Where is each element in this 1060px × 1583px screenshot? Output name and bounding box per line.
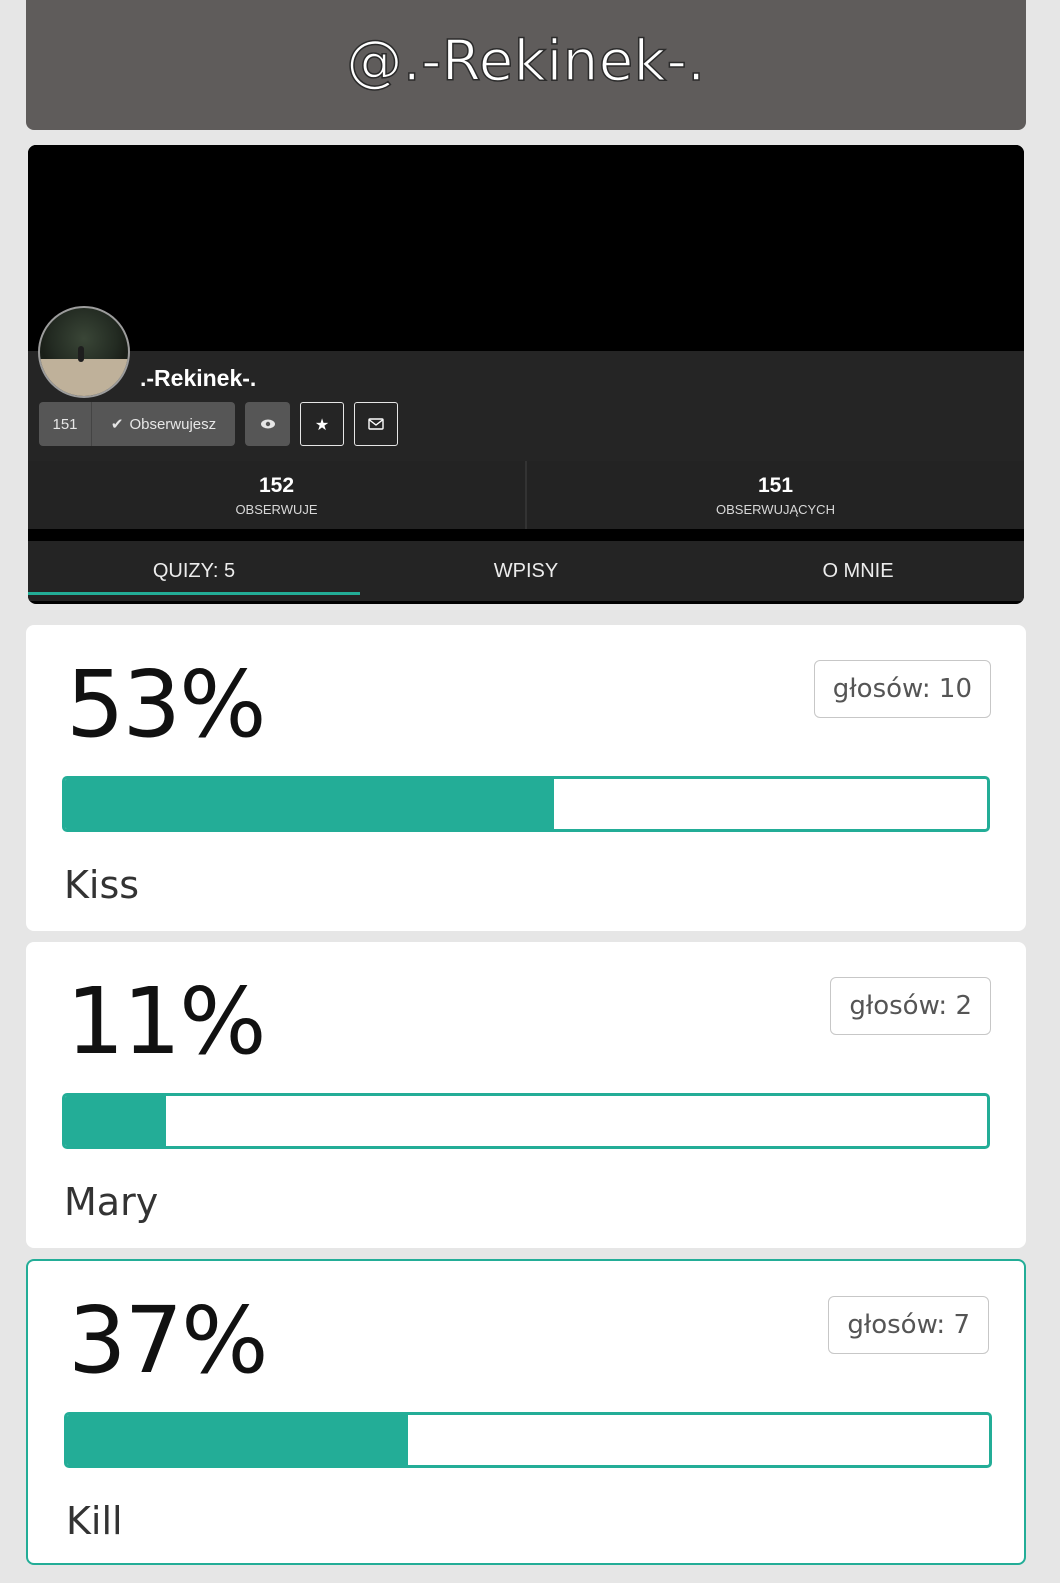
poll-option-card[interactable]: 11% głosów: 2 Mary [26,942,1026,1248]
tab-quizzes[interactable]: QUIZY: 5 [28,541,360,601]
star-icon: ★ [314,414,330,434]
profile-username: .-Rekinek-. [140,365,257,391]
profile-tabs: QUIZY: 5 WPISY O MNIE [28,541,1024,601]
poll-option-label: Mary [64,1180,159,1224]
avatar[interactable] [38,306,130,398]
poll-progress-fill [65,1096,167,1146]
poll-votes-badge: głosów: 10 [813,660,991,718]
poll-percent: 37% [68,1287,268,1394]
page-title: @.-Rekinek-. [346,28,706,95]
stat-followers-label: OBSERWUJĄCYCH [716,501,835,517]
poll-progress-fill [65,779,554,829]
stat-following-value: 152 [258,473,295,497]
follower-count-badge: 151 [39,402,92,446]
stat-followers-value: 151 [757,473,794,497]
poll-percent: 11% [66,968,266,1075]
tab-posts[interactable]: WPISY [360,541,692,601]
favorite-button[interactable]: ★ [300,402,344,446]
poll-option-label: Kill [66,1499,123,1543]
poll-option-card[interactable]: 37% głosów: 7 Kill [26,1259,1026,1565]
tab-about[interactable]: O MNIE [692,541,1024,601]
poll-progress-fill [67,1415,409,1465]
profile-card: .-Rekinek-. 151 ✔ Obserwujesz ★ 152 OBSE… [28,145,1024,604]
page-title-bar: @.-Rekinek-. [26,0,1026,130]
stat-following[interactable]: 152 OBSERWUJE [28,461,525,529]
cover-image [28,145,1024,351]
follow-button[interactable]: ✔ Obserwujesz [92,402,235,446]
check-icon: ✔ [110,416,124,433]
poll-votes-badge: głosów: 7 [828,1296,989,1354]
poll-option-label: Kiss [64,863,140,907]
message-button[interactable] [354,402,398,446]
profile-action-row: 151 ✔ Obserwujesz ★ [39,402,398,446]
follow-button-label: Obserwujesz [129,415,217,433]
poll-progress-bar [62,776,990,832]
watch-button[interactable] [245,402,290,446]
poll-progress-bar [62,1093,990,1149]
stat-following-label: OBSERWUJE [235,501,318,517]
poll-percent: 53% [66,651,266,758]
eye-icon [260,419,275,429]
profile-stats: 152 OBSERWUJE 151 OBSERWUJĄCYCH [28,461,1024,529]
poll-votes-badge: głosów: 2 [830,977,991,1035]
avatar-ground [40,359,128,396]
poll-option-card[interactable]: 53% głosów: 10 Kiss [26,625,1026,931]
poll-progress-bar [64,1412,992,1468]
avatar-figure [78,346,84,362]
envelope-icon [368,418,384,430]
stat-followers[interactable]: 151 OBSERWUJĄCYCH [525,461,1024,529]
